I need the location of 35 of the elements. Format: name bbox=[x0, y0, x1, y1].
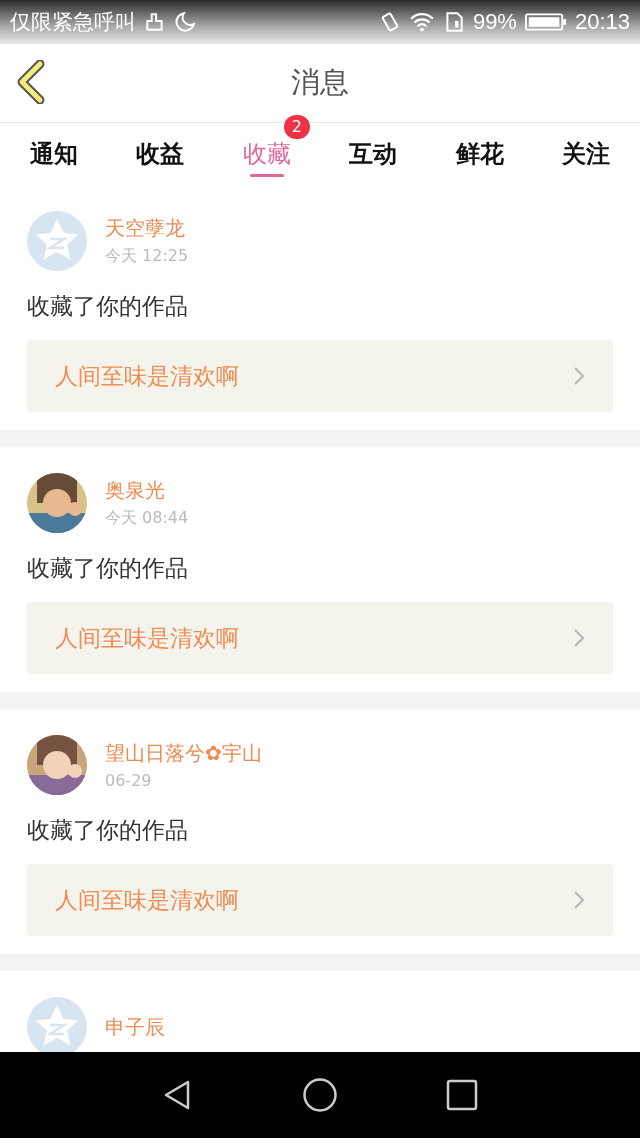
tab[interactable]: 收益 bbox=[120, 123, 201, 185]
back-chevron-icon bbox=[16, 60, 46, 104]
work-link[interactable]: 人间至味是清欢啊 bbox=[27, 864, 613, 936]
wifi-icon bbox=[408, 11, 435, 33]
message-text: 收藏了你的作品 bbox=[27, 292, 189, 321]
moon-icon bbox=[174, 11, 196, 33]
home-nav-icon[interactable] bbox=[302, 1077, 338, 1113]
chevron-right-icon bbox=[573, 366, 585, 386]
message-time: 今天 12:25 bbox=[105, 246, 189, 267]
tab[interactable]: 鲜花 bbox=[439, 123, 520, 185]
message-text: 收藏了你的作品 bbox=[27, 816, 189, 845]
battery-icon bbox=[524, 12, 567, 32]
recent-apps-icon[interactable] bbox=[446, 1079, 478, 1111]
work-link[interactable]: 人间至味是清欢啊 bbox=[27, 340, 613, 412]
page-title: 消息 bbox=[291, 64, 349, 101]
message-time: 今天 08:44 bbox=[105, 508, 189, 529]
user-name[interactable]: 奥泉光 bbox=[105, 477, 189, 504]
user-name[interactable]: 天空孽龙 bbox=[105, 215, 189, 242]
tab[interactable]: 互动 bbox=[333, 123, 414, 185]
tab[interactable]: 关注 bbox=[545, 123, 626, 185]
work-link[interactable]: 人间至味是清欢啊 bbox=[27, 602, 613, 674]
back-button[interactable] bbox=[16, 60, 46, 104]
default-avatar-icon bbox=[27, 997, 87, 1052]
chevron-right-icon bbox=[573, 628, 585, 648]
user-name[interactable]: 望山日落兮✿宇山 bbox=[105, 740, 262, 767]
default-avatar-icon bbox=[27, 211, 87, 271]
tab[interactable]: 通知 bbox=[14, 123, 94, 185]
battery-percent: 99% bbox=[472, 9, 517, 35]
message-time: 06-29 bbox=[105, 771, 153, 790]
message-text: 收藏了你的作品 bbox=[27, 554, 189, 583]
user-name[interactable]: 申子辰 bbox=[105, 1013, 165, 1041]
chevron-right-icon bbox=[573, 890, 585, 910]
count-badge: 2 bbox=[283, 115, 310, 139]
clock-time: 20:13 bbox=[574, 9, 630, 35]
carrier-text: 仅限紧急呼叫 bbox=[10, 9, 136, 36]
